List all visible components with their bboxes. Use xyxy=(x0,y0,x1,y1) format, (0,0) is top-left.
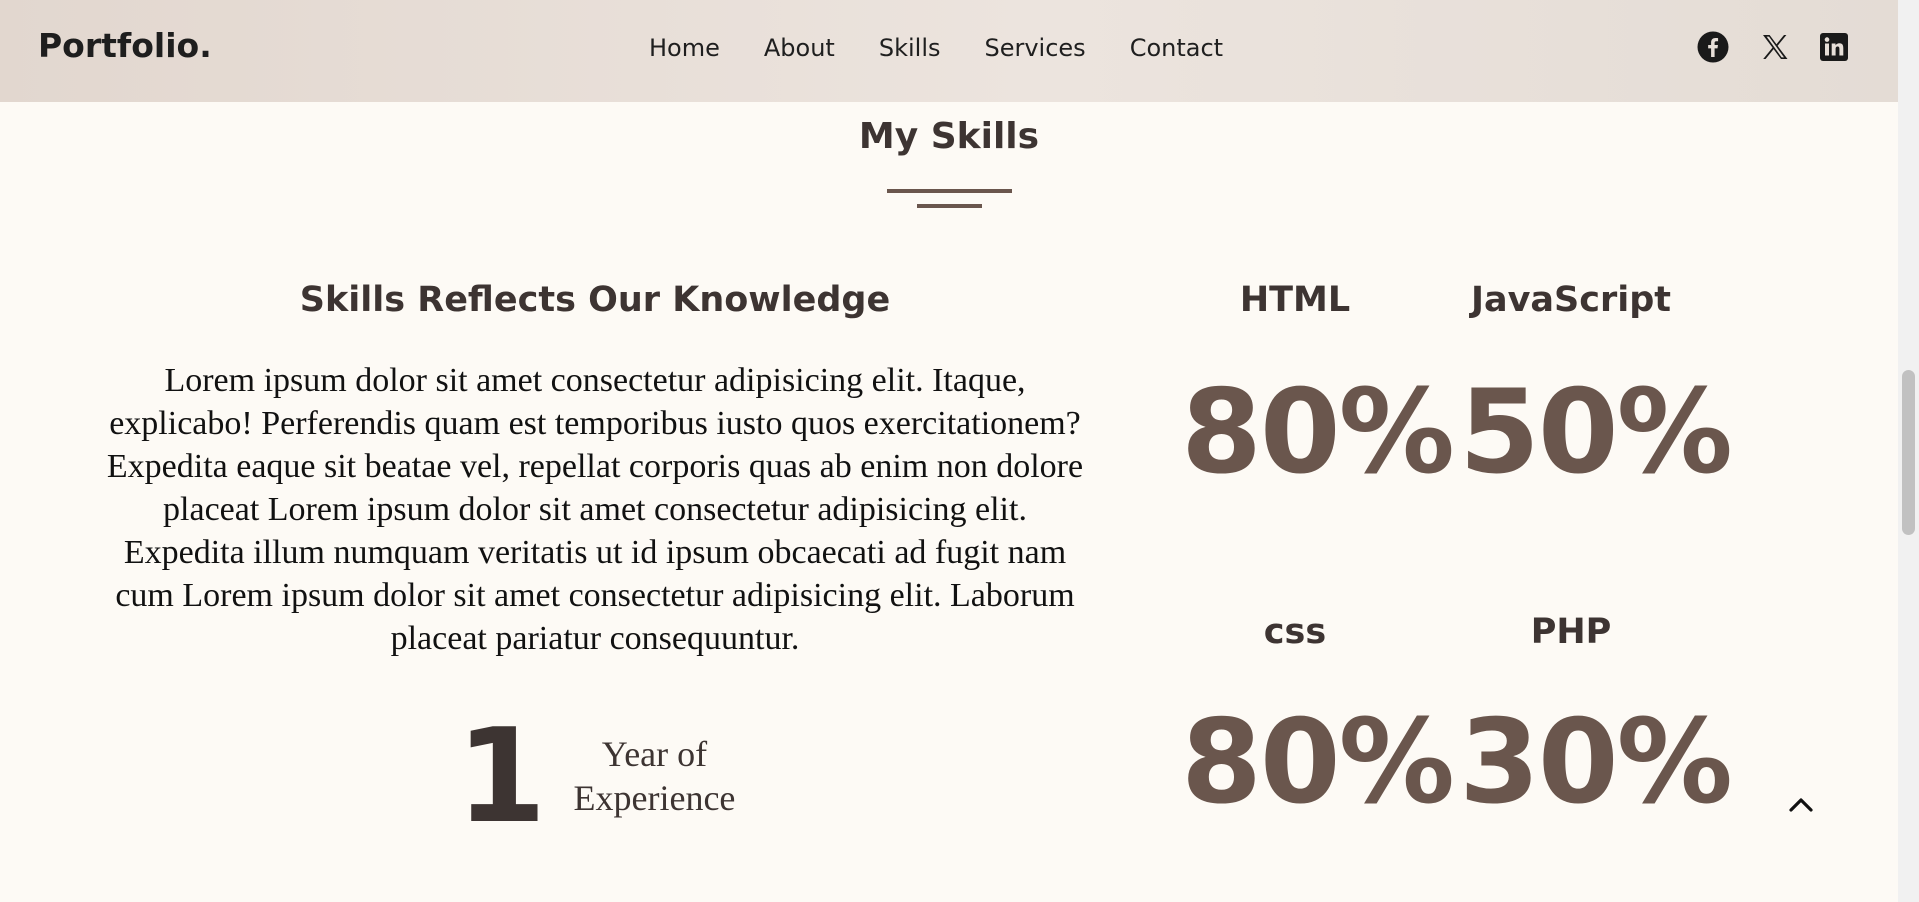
main-nav: Home About Skills Services Contact xyxy=(649,34,1267,62)
experience-block: 1 Year of Experience xyxy=(456,711,744,841)
nav-home[interactable]: Home xyxy=(649,34,720,62)
nav-services[interactable]: Services xyxy=(984,34,1085,62)
title-divider-short xyxy=(917,204,982,208)
site-header: Portfolio. Home About Skills Services Co… xyxy=(0,0,1898,102)
skills-subtitle: Skills Reflects Our Knowledge xyxy=(299,280,891,320)
skill-percent-css: 80% xyxy=(1181,695,1455,830)
skill-percent-php: 30% xyxy=(1459,695,1733,830)
scroll-top-button[interactable] xyxy=(1786,790,1816,820)
facebook-icon[interactable] xyxy=(1697,31,1729,63)
nav-skills[interactable]: Skills xyxy=(879,34,941,62)
skill-percent-html: 80% xyxy=(1181,365,1455,500)
x-icon[interactable] xyxy=(1760,32,1792,64)
title-divider-long xyxy=(887,189,1012,193)
experience-number: 1 xyxy=(456,700,547,852)
scrollbar-thumb[interactable] xyxy=(1902,370,1915,535)
skill-name-javascript: JavaScript xyxy=(1470,280,1672,320)
skill-name-html: HTML xyxy=(1239,280,1351,320)
skill-name-php: PHP xyxy=(1530,612,1612,652)
nav-about[interactable]: About xyxy=(764,34,835,62)
section-title: My Skills xyxy=(858,116,1040,157)
linkedin-icon[interactable] xyxy=(1819,32,1851,64)
nav-contact[interactable]: Contact xyxy=(1130,34,1223,62)
experience-label: Year of Experience xyxy=(573,734,736,818)
skill-percent-javascript: 50% xyxy=(1459,365,1733,500)
skill-name-css: css xyxy=(1263,612,1327,652)
site-logo[interactable]: Portfolio. xyxy=(38,26,212,65)
chevron-up-icon xyxy=(1789,798,1813,812)
skills-description: Lorem ipsum dolor sit amet consectetur a… xyxy=(106,362,1084,657)
